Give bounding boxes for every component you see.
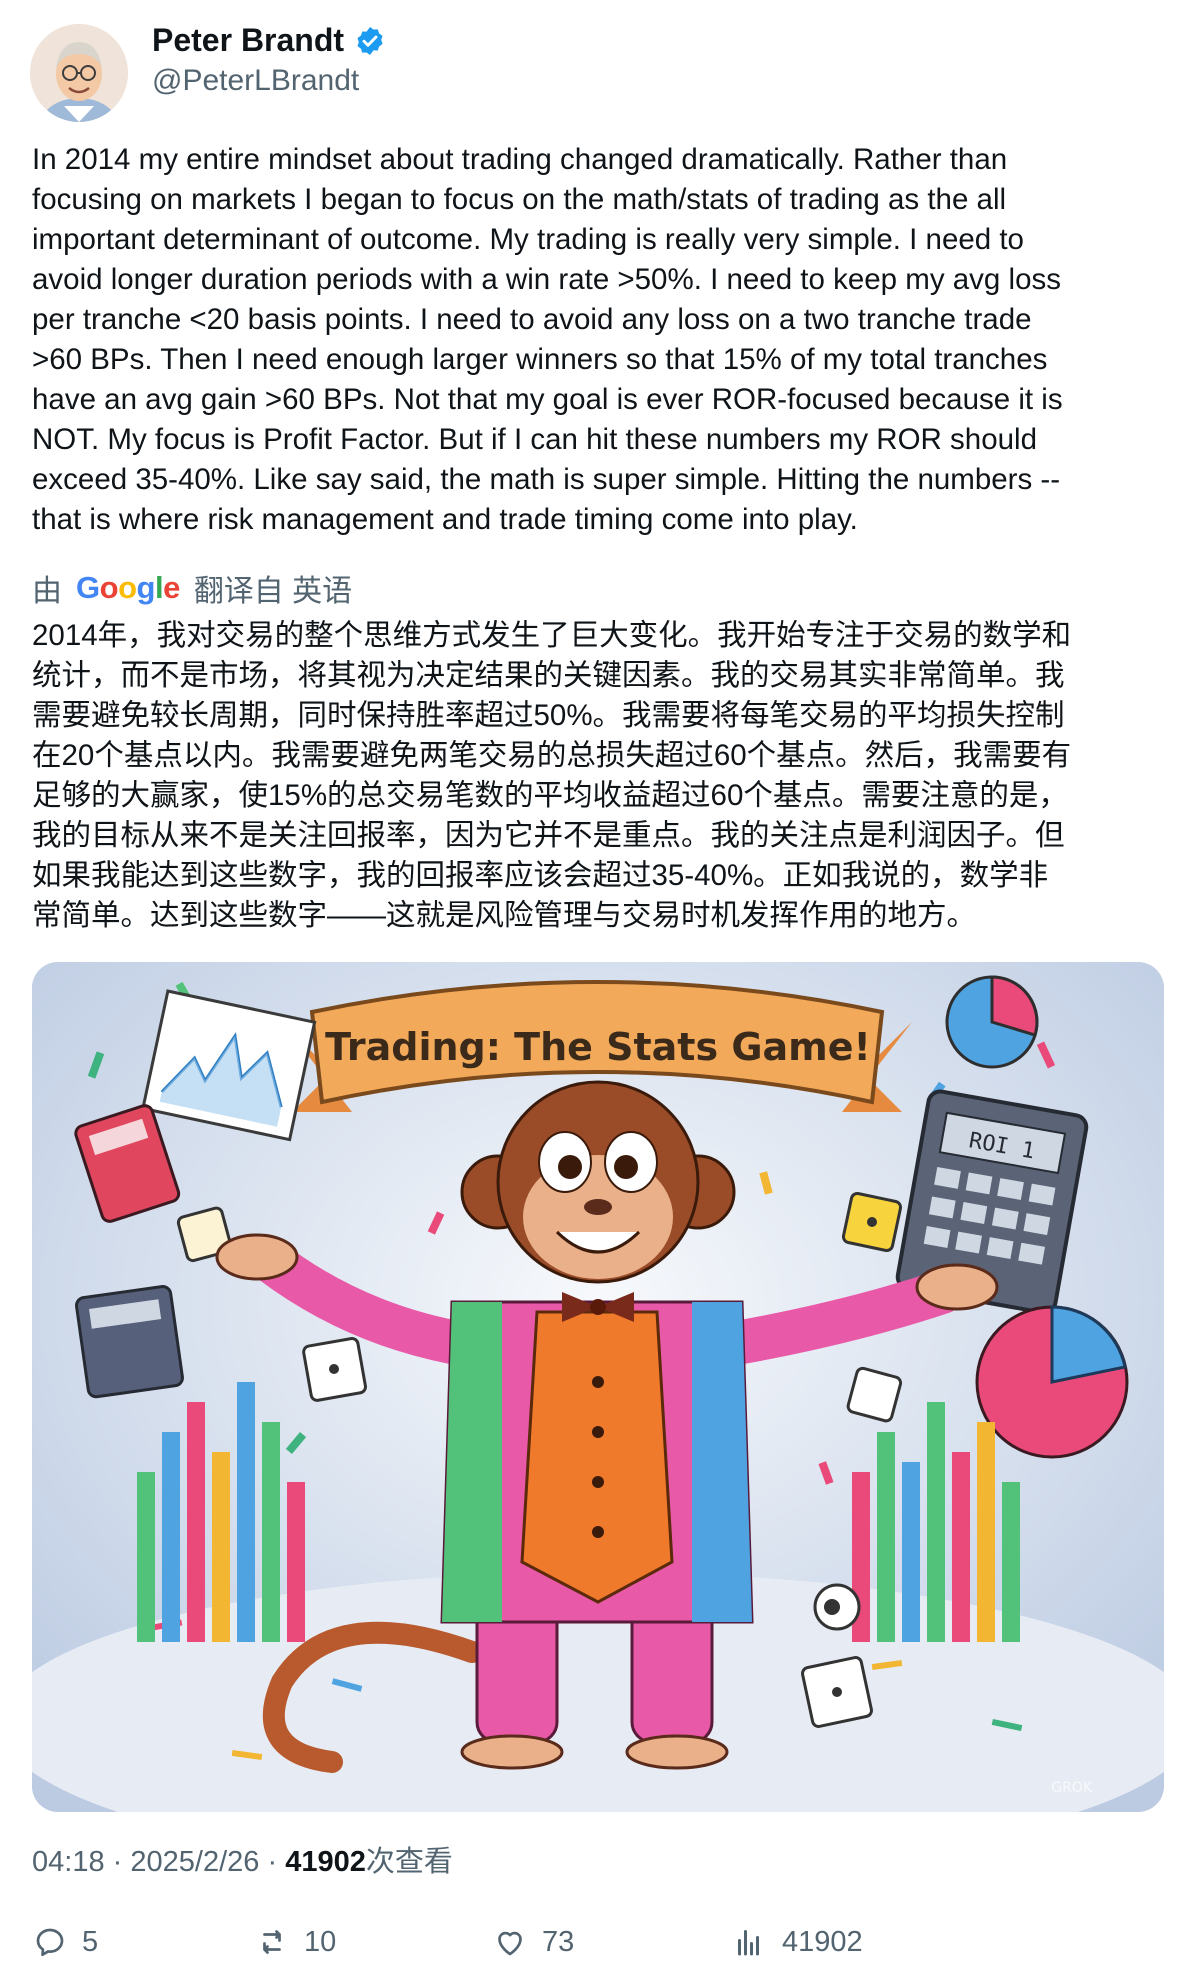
- views-bar-icon: [738, 1930, 759, 1956]
- views-count: 41902: [285, 1846, 366, 1878]
- translation-attribution[interactable]: 由 Google 翻译自 英语: [32, 566, 352, 610]
- repost-count: 10: [304, 1925, 337, 1958]
- reply-icon: [36, 1928, 64, 1957]
- tweet-time[interactable]: 04:18: [32, 1846, 105, 1878]
- action-bar: 5 10 73 41902: [32, 1924, 1172, 1964]
- pie-chart-large: [975, 1305, 1129, 1459]
- google-logo: Google: [76, 570, 180, 605]
- repost-icon: [263, 1930, 281, 1954]
- heart-icon: [498, 1931, 522, 1956]
- tweet-image[interactable]: Trading: The Stats Game! ROI 1 GROK: [32, 962, 1164, 1812]
- avatar[interactable]: [30, 24, 128, 122]
- like-count: 73: [542, 1925, 575, 1958]
- avatar-image: [30, 24, 128, 122]
- views-action-count: 41902: [782, 1925, 863, 1958]
- views-button[interactable]: 41902: [732, 1924, 863, 1960]
- translated-text: 2014年，我对交易的整个思维方式发生了巨大变化。我开始专注于交易的数学和 统计…: [32, 619, 1072, 932]
- monkey-trading-illustration: Trading: The Stats Game! ROI 1 GROK: [32, 962, 1164, 1812]
- author-handle[interactable]: @PeterLBrandt: [152, 64, 359, 98]
- meta-separator-1: ·: [112, 1846, 123, 1878]
- banner-text: Trading: The Stats Game!: [325, 1025, 871, 1069]
- views-label: 次查看: [365, 1846, 453, 1878]
- image-watermark: GROK: [1051, 1780, 1093, 1796]
- tweet-text: In 2014 my entire mindset about trading …: [32, 143, 1063, 536]
- pie-chart-small: [945, 975, 1039, 1069]
- meta-separator-2: ·: [267, 1846, 278, 1878]
- reply-button[interactable]: 5: [32, 1924, 98, 1960]
- bar-chart-right: [852, 1402, 1020, 1642]
- author-name-text: Peter Brandt: [152, 22, 345, 58]
- reply-count: 5: [82, 1925, 99, 1958]
- verified-badge-icon: [357, 26, 383, 55]
- tweet-meta: 04:18 · 2025/2/26 · 41902次查看: [32, 1838, 453, 1880]
- translation-suffix: 翻译自 英语: [193, 575, 353, 608]
- author-name[interactable]: Peter Brandt: [152, 22, 386, 59]
- like-button[interactable]: 73: [492, 1924, 574, 1960]
- calculator-small: [75, 1285, 184, 1399]
- repost-button[interactable]: 10: [254, 1924, 336, 1960]
- tweet-date[interactable]: 2025/2/26: [130, 1846, 259, 1878]
- translation-prefix: 由: [32, 575, 62, 608]
